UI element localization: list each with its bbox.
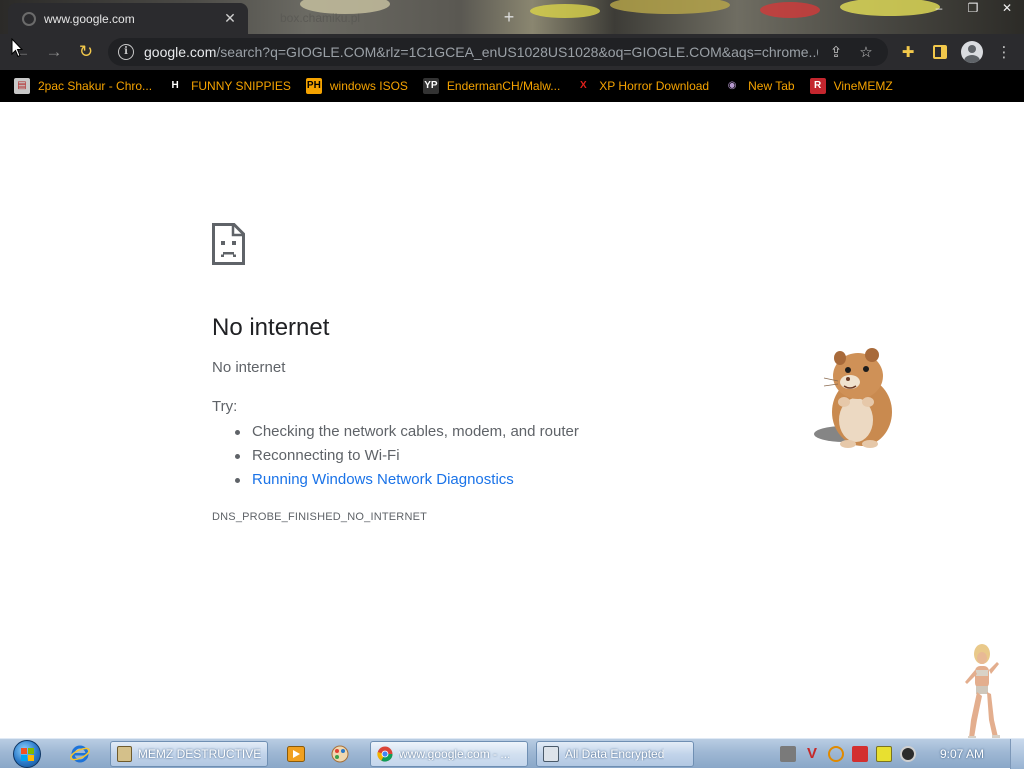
paint-icon[interactable] xyxy=(324,741,356,767)
side-panel-icon xyxy=(933,45,947,59)
bookmark-icon-2pac: ▤ xyxy=(14,78,30,94)
bookmark-item[interactable]: X XP Horror Download xyxy=(575,74,709,98)
tab-title: www.google.com xyxy=(44,11,135,26)
bookmark-label: windows ISOS xyxy=(329,79,408,93)
browser-toolbar: ← → ↻ i google.com/search?q=GIOGLE.COM&r… xyxy=(0,34,1024,70)
extensions-puzzle-icon[interactable]: ✚ xyxy=(892,38,924,66)
notepad-icon xyxy=(117,745,132,762)
tray-flag-icon[interactable] xyxy=(851,746,868,762)
error-code: DNS_PROBE_FINISHED_NO_INTERNET xyxy=(212,511,428,523)
wallpaper-scribble xyxy=(610,0,730,14)
taskbar-item-label: MEMZ DESTRUCTIVE... xyxy=(137,746,261,761)
sad-document-icon xyxy=(212,223,245,265)
page-content: No internet No internet Try: Checking th… xyxy=(0,102,1024,741)
tab-google[interactable]: www.google.com ✕ xyxy=(8,3,248,34)
console-window-icon xyxy=(543,745,559,762)
star-icon[interactable]: ☆ xyxy=(854,43,878,61)
bookmark-item[interactable]: ◉ New Tab xyxy=(724,74,795,98)
close-tab-icon[interactable]: ✕ xyxy=(222,10,238,27)
bookmark-item[interactable]: R VineMEMZ xyxy=(809,74,893,98)
bookmark-icon-ph: PH xyxy=(305,78,322,94)
taskbar-item-memz[interactable]: MEMZ DESTRUCTIVE... xyxy=(110,740,268,767)
menu-button[interactable]: ⋮ xyxy=(988,38,1020,66)
suggestions-list: Checking the network cables, modem, and … xyxy=(235,420,579,492)
bookmark-icon-r: R xyxy=(809,78,826,94)
bookmark-icon-h: H xyxy=(167,78,184,94)
windows-logo-icon xyxy=(13,739,41,768)
bookmark-item[interactable]: ▤ 2pac Shakur - Chro... xyxy=(14,74,152,98)
internet-explorer-icon[interactable] xyxy=(64,741,96,767)
reload-button[interactable]: ↻ xyxy=(70,36,102,68)
taskbar: MEMZ DESTRUCTIVE... www.google.com - ...… xyxy=(0,738,1024,769)
show-desktop-button[interactable] xyxy=(1010,739,1024,769)
bookmark-label: XP Horror Download xyxy=(599,79,710,93)
minimize-button[interactable]: – xyxy=(922,0,956,18)
bookmarks-bar: ▤ 2pac Shakur - Chro... H FUNNY SNIPPIES PH w… xyxy=(0,70,1024,102)
toolbar-actions: ✚ ⋮ xyxy=(892,38,1020,66)
taskbar-item-chrome[interactable]: www.google.com - ... xyxy=(370,740,528,767)
bookmark-label: New Tab xyxy=(748,79,795,93)
restore-button[interactable]: ❐ xyxy=(956,0,990,18)
url-path: /search?q=GIOGLE.COM&rlz=1C1GCEA_enUS102… xyxy=(216,44,818,60)
side-panel-button[interactable] xyxy=(924,38,956,66)
bookmark-item[interactable]: H FUNNY SNIPPIES xyxy=(167,74,291,98)
avatar-icon xyxy=(961,41,983,63)
tray-app-icon[interactable] xyxy=(779,746,796,762)
tray-volume-icon[interactable] xyxy=(899,746,916,762)
taskbar-item-encrypted[interactable]: All Data Encrypted xyxy=(536,740,694,767)
dancer-sprite xyxy=(965,644,1000,741)
bookmark-label: 2pac Shakur - Chro... xyxy=(38,79,153,93)
wallpaper-scribble xyxy=(530,4,600,18)
taskbar-item-label: www.google.com - ... xyxy=(399,746,511,761)
bookmark-icon-yp: YP xyxy=(422,78,439,94)
hamster-sprite xyxy=(814,348,892,448)
error-title: No internet xyxy=(212,314,330,341)
try-label: Try: xyxy=(212,398,238,415)
address-bar[interactable]: i google.com/search?q=GIOGLE.COM&rlz=1C1… xyxy=(108,38,888,66)
system-tray: V 9:07 AM xyxy=(779,739,1024,769)
bookmark-label: FUNNY SNIPPIES xyxy=(191,79,291,93)
profile-button[interactable] xyxy=(956,38,988,66)
suggestion-item: Reconnecting to Wi-Fi xyxy=(235,444,579,468)
forward-button[interactable]: → xyxy=(38,36,70,68)
media-player-icon[interactable] xyxy=(280,741,312,767)
tab-chamiku[interactable]: box.chamiku.pl xyxy=(262,8,472,28)
bookmark-icon-x: X xyxy=(575,78,592,94)
tab-title: box.chamiku.pl xyxy=(280,11,361,25)
bookmark-icon-newtab: ◉ xyxy=(724,78,741,94)
mouse-cursor-icon xyxy=(11,38,23,58)
share-icon[interactable]: ⇪ xyxy=(824,43,848,61)
wallpaper-scribble xyxy=(760,2,820,18)
chrome-icon xyxy=(377,746,393,762)
tab-strip: www.google.com ✕ box.chamiku.pl + – ❐ ✕ xyxy=(0,0,1024,34)
network-diagnostics-link[interactable]: Running Windows Network Diagnostics xyxy=(235,468,579,492)
bookmark-label: VineMEMZ xyxy=(833,79,893,93)
window-controls: – ❐ ✕ xyxy=(922,0,1024,18)
bookmark-label: EndermanCH/Malw... xyxy=(446,79,561,93)
bookmark-item[interactable]: YP EndermanCH/Malw... xyxy=(422,74,561,98)
start-button[interactable] xyxy=(8,739,46,769)
url-text[interactable]: google.com/search?q=GIOGLE.COM&rlz=1C1GC… xyxy=(144,44,818,60)
tray-note-icon[interactable] xyxy=(875,746,892,762)
tray-v-icon[interactable]: V xyxy=(804,746,820,762)
globe-icon xyxy=(22,11,36,26)
clock[interactable]: 9:07 AM xyxy=(940,747,984,761)
url-domain: google.com xyxy=(144,44,217,60)
tray-search-icon[interactable] xyxy=(827,746,844,762)
bookmark-item[interactable]: PH windows ISOS xyxy=(305,74,408,98)
close-window-button[interactable]: ✕ xyxy=(990,0,1024,18)
info-icon[interactable]: i xyxy=(118,44,134,60)
suggestion-item: Checking the network cables, modem, and … xyxy=(235,420,579,444)
new-tab-button[interactable]: + xyxy=(498,7,520,27)
error-subtitle: No internet xyxy=(212,359,286,376)
taskbar-item-label: All Data Encrypted xyxy=(565,746,665,761)
